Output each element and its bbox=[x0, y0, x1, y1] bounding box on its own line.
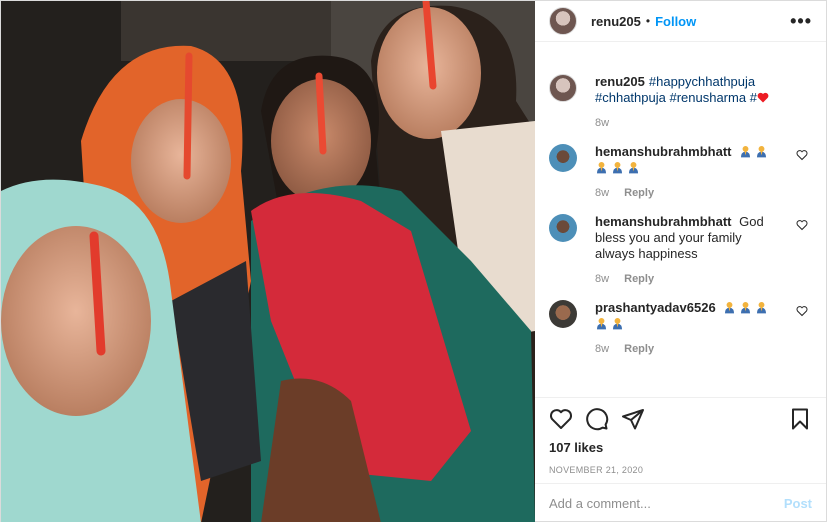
folded-hands-icon bbox=[628, 161, 639, 174]
comment-age[interactable]: 8w bbox=[595, 187, 609, 199]
post-comment-button[interactable]: Post bbox=[784, 496, 812, 511]
comment-item: hemanshubrahmbhatt God bless you and you… bbox=[549, 214, 812, 285]
photo-illustration bbox=[1, 1, 535, 522]
like-comment-heart-icon[interactable] bbox=[796, 219, 808, 231]
caption: renu205 #happychhathpuja #chhathpuja #ren… bbox=[549, 74, 812, 129]
comment-item: hemanshubrahmbhatt 8w Reply bbox=[549, 144, 812, 199]
hashtag-link[interactable]: #renusharma bbox=[669, 90, 746, 105]
commenter-avatar[interactable] bbox=[549, 144, 577, 172]
comments-list[interactable]: renu205 #happychhathpuja #chhathpuja #ren… bbox=[535, 42, 826, 397]
like-comment-heart-icon[interactable] bbox=[796, 305, 808, 317]
author-avatar[interactable] bbox=[549, 7, 577, 35]
reply-button[interactable]: Reply bbox=[624, 273, 654, 285]
hashtag-link[interactable]: #happychhathpuja bbox=[649, 74, 755, 89]
comment-bubble-icon[interactable] bbox=[585, 407, 609, 431]
folded-hands-icon bbox=[612, 317, 623, 330]
follow-button[interactable]: Follow bbox=[655, 14, 696, 29]
comment-username[interactable]: hemanshubrahmbhatt bbox=[595, 214, 732, 229]
likes-count[interactable]: 107 likes bbox=[549, 440, 812, 455]
comment-username[interactable]: prashantyadav6526 bbox=[595, 300, 716, 315]
post-side-panel: renu205 • Follow ••• renu205 #happychhath… bbox=[535, 1, 826, 522]
folded-hands-icon bbox=[741, 301, 751, 314]
hashtag-link[interactable]: #chhathpuja bbox=[595, 90, 666, 105]
post-photo[interactable] bbox=[1, 1, 535, 522]
reply-button[interactable]: Reply bbox=[624, 343, 654, 355]
folded-hands-icon bbox=[612, 161, 623, 174]
folded-hands-icon bbox=[596, 161, 607, 174]
post-modal: renu205 • Follow ••• renu205 #happychhath… bbox=[0, 0, 827, 522]
header-separator: • bbox=[645, 14, 651, 28]
comment-item: prashantyadav6526 8w Reply bbox=[549, 300, 812, 355]
folded-hands-icon bbox=[741, 145, 751, 158]
commenter-avatar[interactable] bbox=[549, 300, 577, 328]
caption-avatar[interactable] bbox=[549, 74, 577, 102]
post-date[interactable]: NOVEMBER 21, 2020 bbox=[549, 465, 812, 475]
caption-age[interactable]: 8w bbox=[595, 117, 609, 129]
like-comment-heart-icon[interactable] bbox=[796, 149, 808, 161]
add-comment-bar: Post bbox=[535, 483, 826, 522]
paper-plane-icon[interactable] bbox=[621, 407, 645, 431]
red-heart-icon bbox=[757, 90, 769, 105]
caption-username[interactable]: renu205 bbox=[595, 74, 645, 89]
comment-age[interactable]: 8w bbox=[595, 273, 609, 285]
commenter-avatar[interactable] bbox=[549, 214, 577, 242]
comment-age[interactable]: 8w bbox=[595, 343, 609, 355]
author-username[interactable]: renu205 bbox=[591, 14, 641, 29]
folded-hands-icon bbox=[757, 145, 767, 158]
reply-button[interactable]: Reply bbox=[624, 187, 654, 199]
more-options-icon[interactable]: ••• bbox=[790, 11, 812, 32]
bookmark-icon[interactable] bbox=[788, 407, 812, 431]
comment-username[interactable]: hemanshubrahmbhatt bbox=[595, 144, 732, 159]
folded-hands-icon bbox=[596, 317, 607, 330]
post-header: renu205 • Follow ••• bbox=[535, 1, 826, 42]
heart-icon[interactable] bbox=[549, 407, 573, 431]
folded-hands-icon bbox=[725, 301, 735, 314]
add-comment-input[interactable] bbox=[549, 496, 784, 511]
folded-hands-icon bbox=[757, 301, 767, 314]
hashtag-link[interactable]: # bbox=[750, 90, 757, 105]
